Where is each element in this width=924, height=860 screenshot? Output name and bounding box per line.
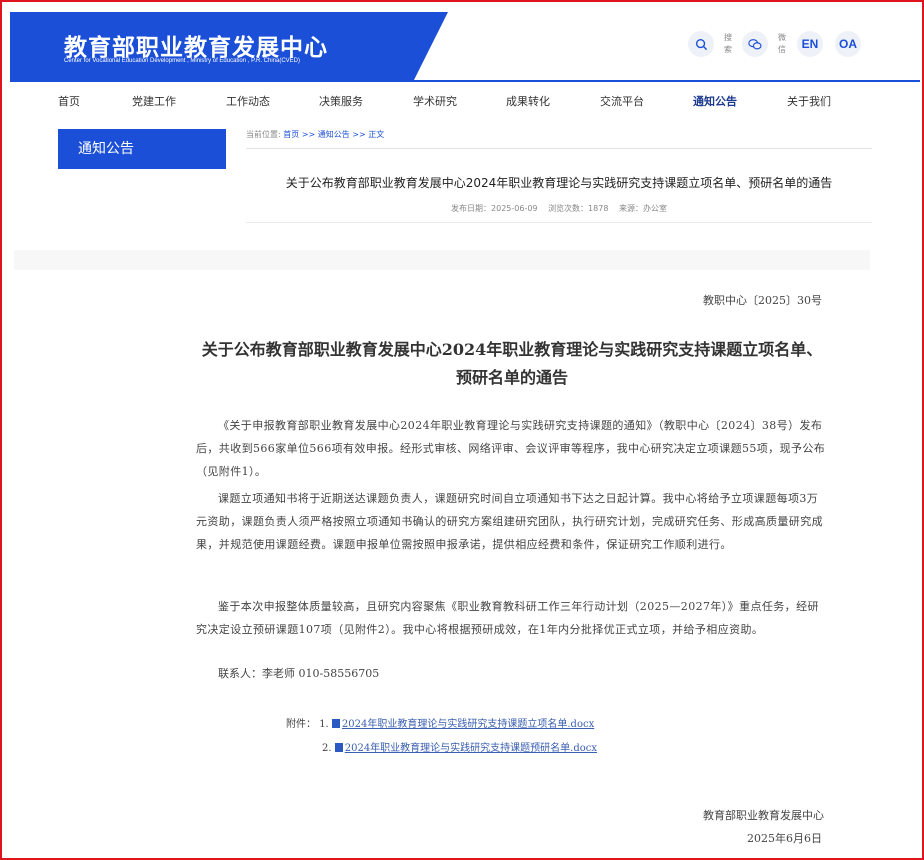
document-paragraph-3: 鉴于本次申报整体质量较高，且研究内容聚焦《职业教育教科研工作三年行动计划（202… [196, 600, 819, 636]
search-label: 搜索 [724, 33, 732, 54]
nav-item-results[interactable]: 成果转化 [506, 93, 550, 109]
header: 教育部职业教育发展中心 Center for Vocational Educat… [0, 0, 924, 82]
docx-file-icon [331, 719, 340, 728]
attachment-row-1: 附件： 1. 2024年职业教育理论与实践研究支持课题立项名单.docx [286, 715, 594, 730]
nav-item-research[interactable]: 学术研究 [413, 93, 457, 109]
breadcrumb-separator: >> [349, 130, 369, 139]
nav-item-notices[interactable]: 通知公告 [693, 93, 737, 109]
document-paragraph-1: 《关于申报教育部职业教育发展中心2024年职业教育理论与实践研究支持课题的通知》… [196, 419, 826, 478]
breadcrumb: 当前位置: 首页 >> 通知公告 >> 正文 [246, 129, 384, 140]
attachment-number: 1. [319, 719, 329, 730]
content-band [14, 250, 870, 270]
nav-item-decision[interactable]: 决策服务 [319, 93, 363, 109]
attachment-link-2[interactable]: 2024年职业教育理论与实践研究支持课题预研名单.docx [334, 743, 597, 754]
article-source: 来源：办公室 [618, 204, 667, 213]
wechat-icon [748, 38, 762, 49]
nav-item-about[interactable]: 关于我们 [787, 93, 831, 109]
search-button[interactable] [688, 31, 714, 57]
article-views: 浏览次数：1878 [548, 204, 609, 213]
site-logo-subtitle: Center for Vocational Education Developm… [64, 58, 301, 64]
nav-item-home[interactable]: 首页 [58, 93, 80, 109]
attachment-link-1[interactable]: 2024年职业教育理论与实践研究支持课题立项名单.docx [331, 719, 594, 730]
contact-info: 联系人：李老师 010-58556705 [218, 667, 380, 680]
nav-item-news[interactable]: 工作动态 [226, 93, 270, 109]
document-number: 教职中心〔2025〕30号 [703, 294, 822, 307]
breadcrumb-divider [246, 148, 872, 149]
search-icon [695, 38, 707, 50]
docx-file-icon [334, 743, 343, 752]
site-logo-title[interactable]: 教育部职业教育发展中心 [64, 28, 328, 62]
breadcrumb-separator: >> [299, 130, 318, 139]
attachment-row-2: 2. 2024年职业教育理论与实践研究支持课题预研名单.docx [322, 739, 597, 754]
wechat-button[interactable] [742, 31, 768, 57]
article-meta: 发布日期：2025-06-09 浏览次数：1878 来源：办公室 [246, 203, 872, 214]
nav-item-exchange[interactable]: 交流平台 [600, 93, 644, 109]
signature-organization: 教育部职业教育发展中心 [703, 809, 824, 822]
nav-item-party[interactable]: 党建工作 [132, 93, 176, 109]
signature-date: 2025年6月6日 [747, 832, 822, 845]
meta-divider [246, 222, 872, 223]
breadcrumb-section[interactable]: 通知公告 [318, 130, 350, 139]
main-nav: 首页 党建工作 工作动态 决策服务 学术研究 成果转化 交流平台 通知公告 关于… [0, 82, 924, 118]
sidebar-title[interactable]: 通知公告 [58, 129, 226, 169]
wechat-label: 微信 [778, 33, 786, 54]
document-title: 关于公布教育部职业教育发展中心2024年职业教育理论与实践研究支持课题立项名单、… [201, 340, 823, 387]
attachment-number: 2. [322, 743, 332, 754]
breadcrumb-home[interactable]: 首页 [283, 130, 299, 139]
english-button[interactable]: EN [797, 31, 823, 57]
breadcrumb-label: 当前位置: [246, 130, 281, 139]
article-title: 关于公布教育部职业教育发展中心2024年职业教育理论与实践研究支持课题立项名单、… [285, 176, 833, 190]
document-paragraph-2: 课题立项通知书将于近期送达课题负责人，课题研究时间自立项通知书下达之日起计算。我… [196, 492, 823, 551]
article-date: 发布日期：2025-06-09 [451, 204, 538, 213]
oa-button[interactable]: OA [835, 31, 861, 57]
attachment-label: 附件： [286, 719, 316, 730]
breadcrumb-current: 正文 [368, 130, 385, 139]
